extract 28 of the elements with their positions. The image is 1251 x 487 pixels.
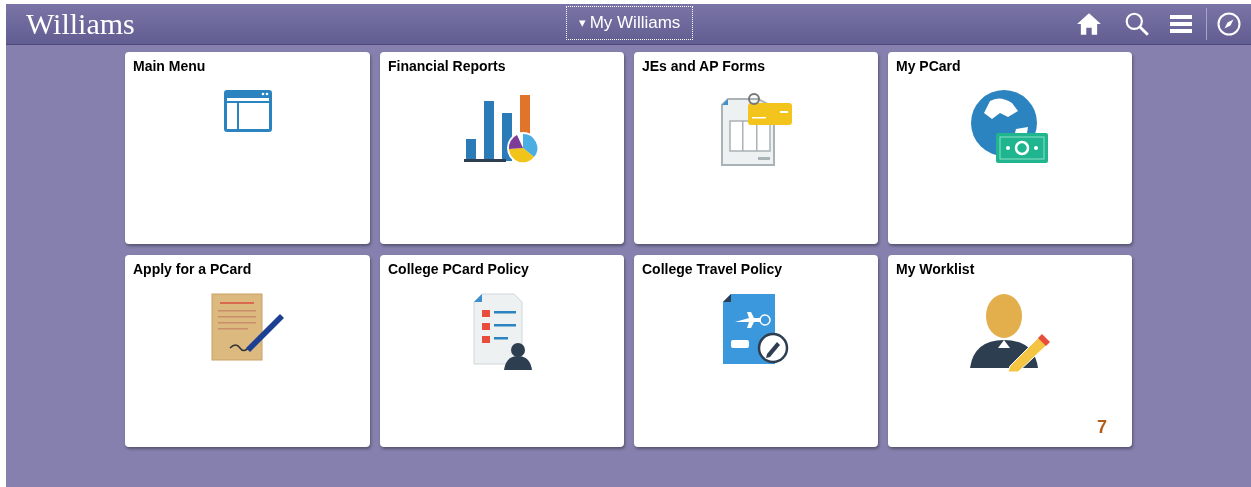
logo-text: Williams [26,9,135,39]
tile-title: Main Menu [133,57,206,75]
tile[interactable]: JEs and AP Forms [634,52,878,244]
home-icon[interactable] [1076,11,1102,37]
document-person-icon [472,292,532,370]
tile[interactable]: My PCard [888,52,1132,244]
tile[interactable]: Apply for a PCard [125,255,370,447]
page-dropdown[interactable]: ▾ My Williams [566,6,693,40]
tile[interactable]: College Travel Policy [634,255,878,447]
window-icon [222,89,273,133]
signing-icon [209,292,286,362]
tile-title: Apply for a PCard [133,260,252,278]
search-icon[interactable] [1124,11,1150,37]
menu-icon[interactable] [1170,14,1192,34]
tile-title: College Travel Policy [642,260,783,278]
compass-icon[interactable] [1217,12,1241,36]
tile-title: JEs and AP Forms [642,57,765,75]
tile-title: My Worklist [896,260,975,278]
tile-title: Financial Reports [388,57,506,75]
tile[interactable]: College PCard Policy [380,255,624,447]
tile-title: College PCard Policy [388,260,529,278]
tile-title: My PCard [896,57,961,75]
tile[interactable]: Main Menu [125,52,370,244]
globe-money-icon [970,89,1050,165]
person-pencil-icon [970,292,1050,372]
tile[interactable]: Financial Reports [380,52,624,244]
worklist-count: 7 [1097,416,1107,439]
tile[interactable]: My Worklist 7 [888,255,1132,447]
